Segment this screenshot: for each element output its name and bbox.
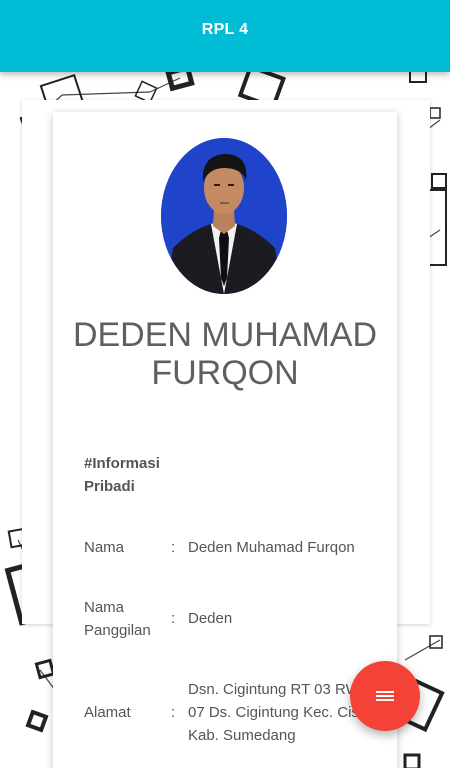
menu-icon [376, 689, 394, 703]
info-row-nama-panggilan: Nama Panggilan : Deden [84, 596, 384, 642]
person-photo-icon [161, 138, 287, 294]
info-row-nama: Nama : Deden Muhamad Furqon [84, 536, 384, 559]
profile-card: DEDEN MUHAMAD FURQON #Informasi Pribadi … [53, 112, 397, 768]
app-bar: RPL 4 [0, 0, 450, 72]
profile-name: DEDEN MUHAMAD FURQON [72, 316, 378, 392]
info-value: Deden [188, 610, 233, 627]
profile-photo [161, 138, 287, 294]
info-label: Nama [84, 539, 125, 556]
info-label: Nama Panggilan [84, 599, 151, 639]
app-title: RPL 4 [201, 21, 249, 38]
info-value: Deden Muhamad Furqon [188, 539, 355, 556]
section-title: #Informasi Pribadi [84, 455, 160, 495]
menu-fab-button[interactable] [350, 661, 420, 731]
info-separator: : [171, 539, 176, 556]
info-separator: : [171, 610, 176, 627]
info-separator: : [171, 704, 176, 721]
info-label: Alamat [84, 704, 131, 721]
info-row-alamat: Alamat : Dsn. Cigintung RT 03 RW 07 Ds. … [84, 678, 384, 748]
info-value: Dsn. Cigintung RT 03 RW 07 Ds. Cigintung… [188, 681, 375, 744]
